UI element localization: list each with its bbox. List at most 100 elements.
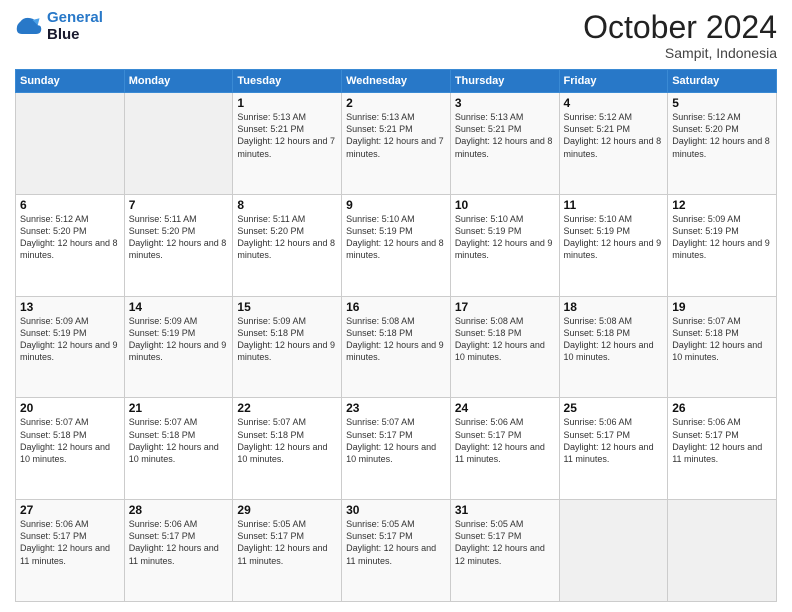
day-cell: 31Sunrise: 5:05 AMSunset: 5:17 PMDayligh… [450, 500, 559, 602]
day-cell: 18Sunrise: 5:08 AMSunset: 5:18 PMDayligh… [559, 296, 668, 398]
day-info: Sunrise: 5:10 AMSunset: 5:19 PMDaylight:… [346, 213, 446, 262]
day-cell [668, 500, 777, 602]
day-cell: 20Sunrise: 5:07 AMSunset: 5:18 PMDayligh… [16, 398, 125, 500]
day-cell: 29Sunrise: 5:05 AMSunset: 5:17 PMDayligh… [233, 500, 342, 602]
day-number: 18 [564, 300, 664, 314]
day-info: Sunrise: 5:09 AMSunset: 5:19 PMDaylight:… [672, 213, 772, 262]
day-info: Sunrise: 5:05 AMSunset: 5:17 PMDaylight:… [237, 518, 337, 567]
day-cell: 25Sunrise: 5:06 AMSunset: 5:17 PMDayligh… [559, 398, 668, 500]
day-info: Sunrise: 5:09 AMSunset: 5:18 PMDaylight:… [237, 315, 337, 364]
day-cell: 27Sunrise: 5:06 AMSunset: 5:17 PMDayligh… [16, 500, 125, 602]
day-cell: 17Sunrise: 5:08 AMSunset: 5:18 PMDayligh… [450, 296, 559, 398]
calendar-table: SundayMondayTuesdayWednesdayThursdayFrid… [15, 69, 777, 602]
day-info: Sunrise: 5:13 AMSunset: 5:21 PMDaylight:… [237, 111, 337, 160]
day-number: 28 [129, 503, 229, 517]
logo-icon [15, 13, 43, 41]
day-cell [559, 500, 668, 602]
day-number: 10 [455, 198, 555, 212]
day-number: 8 [237, 198, 337, 212]
week-row-2: 6Sunrise: 5:12 AMSunset: 5:20 PMDaylight… [16, 194, 777, 296]
week-row-3: 13Sunrise: 5:09 AMSunset: 5:19 PMDayligh… [16, 296, 777, 398]
day-number: 9 [346, 198, 446, 212]
weekday-header-monday: Monday [124, 70, 233, 93]
title-section: October 2024 Sampit, Indonesia [583, 10, 777, 61]
day-info: Sunrise: 5:12 AMSunset: 5:20 PMDaylight:… [672, 111, 772, 160]
day-info: Sunrise: 5:08 AMSunset: 5:18 PMDaylight:… [455, 315, 555, 364]
location: Sampit, Indonesia [583, 45, 777, 61]
day-info: Sunrise: 5:10 AMSunset: 5:19 PMDaylight:… [455, 213, 555, 262]
day-info: Sunrise: 5:06 AMSunset: 5:17 PMDaylight:… [20, 518, 120, 567]
day-cell: 28Sunrise: 5:06 AMSunset: 5:17 PMDayligh… [124, 500, 233, 602]
day-number: 21 [129, 401, 229, 415]
weekday-header-sunday: Sunday [16, 70, 125, 93]
day-info: Sunrise: 5:12 AMSunset: 5:20 PMDaylight:… [20, 213, 120, 262]
day-number: 31 [455, 503, 555, 517]
day-info: Sunrise: 5:13 AMSunset: 5:21 PMDaylight:… [346, 111, 446, 160]
day-cell: 9Sunrise: 5:10 AMSunset: 5:19 PMDaylight… [342, 194, 451, 296]
day-cell: 26Sunrise: 5:06 AMSunset: 5:17 PMDayligh… [668, 398, 777, 500]
weekday-header-friday: Friday [559, 70, 668, 93]
day-number: 2 [346, 96, 446, 110]
weekday-header-row: SundayMondayTuesdayWednesdayThursdayFrid… [16, 70, 777, 93]
day-cell: 16Sunrise: 5:08 AMSunset: 5:18 PMDayligh… [342, 296, 451, 398]
day-number: 3 [455, 96, 555, 110]
day-info: Sunrise: 5:07 AMSunset: 5:18 PMDaylight:… [129, 416, 229, 465]
day-number: 13 [20, 300, 120, 314]
day-cell [124, 93, 233, 195]
day-cell: 15Sunrise: 5:09 AMSunset: 5:18 PMDayligh… [233, 296, 342, 398]
day-number: 23 [346, 401, 446, 415]
day-number: 30 [346, 503, 446, 517]
day-info: Sunrise: 5:09 AMSunset: 5:19 PMDaylight:… [20, 315, 120, 364]
weekday-header-thursday: Thursday [450, 70, 559, 93]
week-row-4: 20 Sunrise: 5:07 AMSunset: 5:18 PMDayligh… [16, 398, 777, 500]
day-cell: 30Sunrise: 5:05 AMSunset: 5:17 PMDayligh… [342, 500, 451, 602]
day-cell: 21Sunrise: 5:07 AMSunset: 5:18 PMDayligh… [124, 398, 233, 500]
day-info: Sunrise: 5:07 AMSunset: 5:18 PMDaylight:… [672, 315, 772, 364]
day-cell: 22Sunrise: 5:07 AMSunset: 5:18 PMDayligh… [233, 398, 342, 500]
day-cell: 4Sunrise: 5:12 AMSunset: 5:21 PMDaylight… [559, 93, 668, 195]
day-cell: 14Sunrise: 5:09 AMSunset: 5:19 PMDayligh… [124, 296, 233, 398]
day-number: 20 [20, 401, 120, 415]
day-number: 5 [672, 96, 772, 110]
day-number: 6 [20, 198, 120, 212]
day-number: 29 [237, 503, 337, 517]
logo: General Blue [15, 10, 103, 43]
day-cell: 8Sunrise: 5:11 AMSunset: 5:20 PMDaylight… [233, 194, 342, 296]
day-number: 11 [564, 198, 664, 212]
day-number: 24 [455, 401, 555, 415]
day-cell: 7Sunrise: 5:11 AMSunset: 5:20 PMDaylight… [124, 194, 233, 296]
day-info: Sunrise: 5:11 AMSunset: 5:20 PMDaylight:… [237, 213, 337, 262]
day-info: Sunrise: 5:09 AMSunset: 5:19 PMDaylight:… [129, 315, 229, 364]
week-row-5: 27Sunrise: 5:06 AMSunset: 5:17 PMDayligh… [16, 500, 777, 602]
day-info: Sunrise: 5:07 AMSunset: 5:17 PMDaylight:… [346, 416, 446, 465]
day-cell: 10Sunrise: 5:10 AMSunset: 5:19 PMDayligh… [450, 194, 559, 296]
day-info: Sunrise: 5:11 AMSunset: 5:20 PMDaylight:… [129, 213, 229, 262]
day-cell: 2Sunrise: 5:13 AMSunset: 5:21 PMDaylight… [342, 93, 451, 195]
day-number: 4 [564, 96, 664, 110]
day-number: 19 [672, 300, 772, 314]
day-info: Sunrise: 5:06 AMSunset: 5:17 PMDaylight:… [455, 416, 555, 465]
logo-text: General Blue [47, 10, 103, 43]
day-number: 15 [237, 300, 337, 314]
day-cell: 12Sunrise: 5:09 AMSunset: 5:19 PMDayligh… [668, 194, 777, 296]
day-cell: 1Sunrise: 5:13 AMSunset: 5:21 PMDaylight… [233, 93, 342, 195]
header: General Blue October 2024 Sampit, Indone… [15, 10, 777, 61]
day-number: 12 [672, 198, 772, 212]
day-info: Sunrise: 5:13 AMSunset: 5:21 PMDaylight:… [455, 111, 555, 160]
week-row-1: 1Sunrise: 5:13 AMSunset: 5:21 PMDaylight… [16, 93, 777, 195]
weekday-header-wednesday: Wednesday [342, 70, 451, 93]
day-number: 1 [237, 96, 337, 110]
day-info: Sunrise: 5:06 AMSunset: 5:17 PMDaylight:… [129, 518, 229, 567]
day-number: 16 [346, 300, 446, 314]
month-title: October 2024 [583, 10, 777, 45]
day-cell: 11Sunrise: 5:10 AMSunset: 5:19 PMDayligh… [559, 194, 668, 296]
day-cell: 24Sunrise: 5:06 AMSunset: 5:17 PMDayligh… [450, 398, 559, 500]
day-info: Sunrise: 5:08 AMSunset: 5:18 PMDaylight:… [564, 315, 664, 364]
day-cell: 3Sunrise: 5:13 AMSunset: 5:21 PMDaylight… [450, 93, 559, 195]
day-number: 25 [564, 401, 664, 415]
day-number: 27 [20, 503, 120, 517]
day-info: Sunrise: 5:06 AMSunset: 5:17 PMDaylight:… [564, 416, 664, 465]
calendar-page: General Blue October 2024 Sampit, Indone… [0, 0, 792, 612]
day-cell: 23Sunrise: 5:07 AMSunset: 5:17 PMDayligh… [342, 398, 451, 500]
day-number: 17 [455, 300, 555, 314]
